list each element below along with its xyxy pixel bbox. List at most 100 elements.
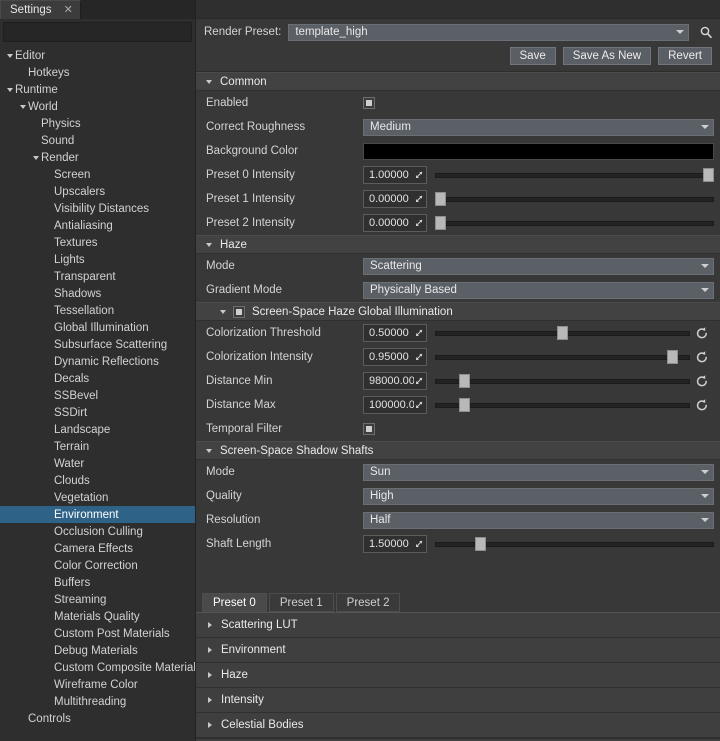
numeric-input[interactable]: 0.00000 bbox=[363, 214, 427, 232]
checkbox-temporal-filter[interactable] bbox=[363, 423, 375, 435]
chevron-right-icon[interactable] bbox=[208, 622, 212, 628]
sidebar-item-runtime[interactable]: Runtime bbox=[0, 81, 195, 98]
render-preset-select[interactable]: template_high bbox=[288, 24, 689, 41]
close-icon[interactable]: ✕ bbox=[64, 5, 73, 16]
sidebar-item-vegetation[interactable]: Vegetation bbox=[0, 489, 195, 506]
reset-icon[interactable] bbox=[690, 398, 714, 412]
drag-handle-icon[interactable] bbox=[414, 377, 423, 385]
save-as-new-button[interactable]: Save As New bbox=[563, 47, 651, 65]
slider-handle[interactable] bbox=[459, 398, 470, 412]
chevron-right-icon[interactable] bbox=[208, 647, 212, 653]
sidebar-item-textures[interactable]: Textures bbox=[0, 234, 195, 251]
slider-handle[interactable] bbox=[475, 537, 486, 551]
checkbox-enabled[interactable] bbox=[363, 97, 375, 109]
section-scattering-lut[interactable]: Scattering LUT bbox=[196, 613, 720, 638]
settings-tree[interactable]: EditorHotkeysRuntimeWorldPhysicsSoundRen… bbox=[0, 42, 195, 741]
sidebar-item-terrain[interactable]: Terrain bbox=[0, 438, 195, 455]
group-checkbox[interactable] bbox=[233, 306, 245, 318]
tab-preset-1[interactable]: Preset 1 bbox=[269, 593, 334, 612]
numeric-input[interactable]: 0.50000 bbox=[363, 324, 427, 342]
drag-handle-icon[interactable] bbox=[414, 401, 423, 409]
properties-scroll-area[interactable]: CommonEnabledCorrect RoughnessMediumBack… bbox=[196, 72, 720, 592]
sidebar-item-world[interactable]: World bbox=[0, 98, 195, 115]
slider-handle[interactable] bbox=[435, 192, 446, 206]
sidebar-item-debug-materials[interactable]: Debug Materials bbox=[0, 642, 195, 659]
tab-settings[interactable]: Settings ✕ bbox=[0, 0, 81, 19]
section-environment[interactable]: Environment bbox=[196, 638, 720, 663]
sidebar-item-transparent[interactable]: Transparent bbox=[0, 268, 195, 285]
numeric-input[interactable]: 98000.00 bbox=[363, 372, 427, 390]
reset-icon[interactable] bbox=[690, 350, 714, 364]
numeric-input[interactable]: 0.00000 bbox=[363, 190, 427, 208]
sidebar-item-sound[interactable]: Sound bbox=[0, 132, 195, 149]
slider[interactable] bbox=[435, 166, 714, 184]
chevron-right-icon[interactable] bbox=[208, 722, 212, 728]
chevron-down-icon[interactable] bbox=[220, 310, 226, 314]
chevron-down-icon[interactable] bbox=[206, 449, 212, 453]
drag-handle-icon[interactable] bbox=[414, 353, 423, 361]
select-gradient-mode[interactable]: Physically Based bbox=[363, 282, 714, 299]
sidebar-item-landscape[interactable]: Landscape bbox=[0, 421, 195, 438]
sidebar-item-color-correction[interactable]: Color Correction bbox=[0, 557, 195, 574]
search-input[interactable] bbox=[4, 23, 191, 41]
select-mode[interactable]: Sun bbox=[363, 464, 714, 481]
sidebar-item-camera-effects[interactable]: Camera Effects bbox=[0, 540, 195, 557]
sidebar-item-ssdirt[interactable]: SSDirt bbox=[0, 404, 195, 421]
sidebar-item-multithreading[interactable]: Multithreading bbox=[0, 693, 195, 710]
group-header[interactable]: Screen-Space Haze Global Illumination bbox=[196, 302, 720, 321]
chevron-down-icon[interactable] bbox=[206, 243, 212, 247]
section-celestial-bodies[interactable]: Celestial Bodies bbox=[196, 713, 720, 738]
sidebar-item-screen[interactable]: Screen bbox=[0, 166, 195, 183]
sidebar-item-custom-composite-materials[interactable]: Custom Composite Materials bbox=[0, 659, 195, 676]
slider[interactable] bbox=[435, 348, 690, 366]
sidebar-item-buffers[interactable]: Buffers bbox=[0, 574, 195, 591]
sidebar-item-materials-quality[interactable]: Materials Quality bbox=[0, 608, 195, 625]
slider[interactable] bbox=[435, 396, 690, 414]
sidebar-item-ssbevel[interactable]: SSBevel bbox=[0, 387, 195, 404]
sidebar-item-water[interactable]: Water bbox=[0, 455, 195, 472]
chevron-down-icon[interactable] bbox=[17, 105, 28, 109]
numeric-input[interactable]: 100000.0 bbox=[363, 396, 427, 414]
chevron-right-icon[interactable] bbox=[208, 697, 212, 703]
revert-button[interactable]: Revert bbox=[658, 47, 712, 65]
numeric-input[interactable]: 1.50000 bbox=[363, 535, 427, 553]
sidebar-item-clouds[interactable]: Clouds bbox=[0, 472, 195, 489]
drag-handle-icon[interactable] bbox=[414, 329, 423, 337]
chevron-down-icon[interactable] bbox=[206, 80, 212, 84]
save-button[interactable]: Save bbox=[510, 47, 556, 65]
slider-handle[interactable] bbox=[703, 168, 714, 182]
tab-preset-0[interactable]: Preset 0 bbox=[202, 593, 267, 612]
slider[interactable] bbox=[435, 324, 690, 342]
sidebar-item-shadows[interactable]: Shadows bbox=[0, 285, 195, 302]
group-header[interactable]: Haze bbox=[196, 235, 720, 254]
slider-handle[interactable] bbox=[459, 374, 470, 388]
sidebar-item-decals[interactable]: Decals bbox=[0, 370, 195, 387]
chevron-down-icon[interactable] bbox=[30, 156, 41, 160]
reset-icon[interactable] bbox=[690, 374, 714, 388]
sidebar-item-dynamic-reflections[interactable]: Dynamic Reflections bbox=[0, 353, 195, 370]
numeric-input[interactable]: 1.00000 bbox=[363, 166, 427, 184]
select-resolution[interactable]: Half bbox=[363, 512, 714, 529]
color-swatch[interactable] bbox=[363, 143, 714, 160]
sidebar-item-lights[interactable]: Lights bbox=[0, 251, 195, 268]
sidebar-item-visibility-distances[interactable]: Visibility Distances bbox=[0, 200, 195, 217]
select-correct-roughness[interactable]: Medium bbox=[363, 119, 714, 136]
sidebar-item-occlusion-culling[interactable]: Occlusion Culling bbox=[0, 523, 195, 540]
tab-preset-2[interactable]: Preset 2 bbox=[336, 593, 401, 612]
sidebar-item-physics[interactable]: Physics bbox=[0, 115, 195, 132]
slider-handle[interactable] bbox=[557, 326, 568, 340]
chevron-right-icon[interactable] bbox=[208, 672, 212, 678]
slider[interactable] bbox=[435, 190, 714, 208]
sidebar-item-antialiasing[interactable]: Antialiasing bbox=[0, 217, 195, 234]
chevron-down-icon[interactable] bbox=[4, 88, 15, 92]
section-intensity[interactable]: Intensity bbox=[196, 688, 720, 713]
group-header[interactable]: Common bbox=[196, 72, 720, 91]
sidebar-item-editor[interactable]: Editor bbox=[0, 47, 195, 64]
drag-handle-icon[interactable] bbox=[414, 171, 423, 179]
sidebar-item-environment[interactable]: Environment bbox=[0, 506, 195, 523]
drag-handle-icon[interactable] bbox=[414, 540, 423, 548]
reset-icon[interactable] bbox=[690, 326, 714, 340]
sidebar-item-custom-post-materials[interactable]: Custom Post Materials bbox=[0, 625, 195, 642]
slider-handle[interactable] bbox=[667, 350, 678, 364]
select-mode[interactable]: Scattering bbox=[363, 258, 714, 275]
